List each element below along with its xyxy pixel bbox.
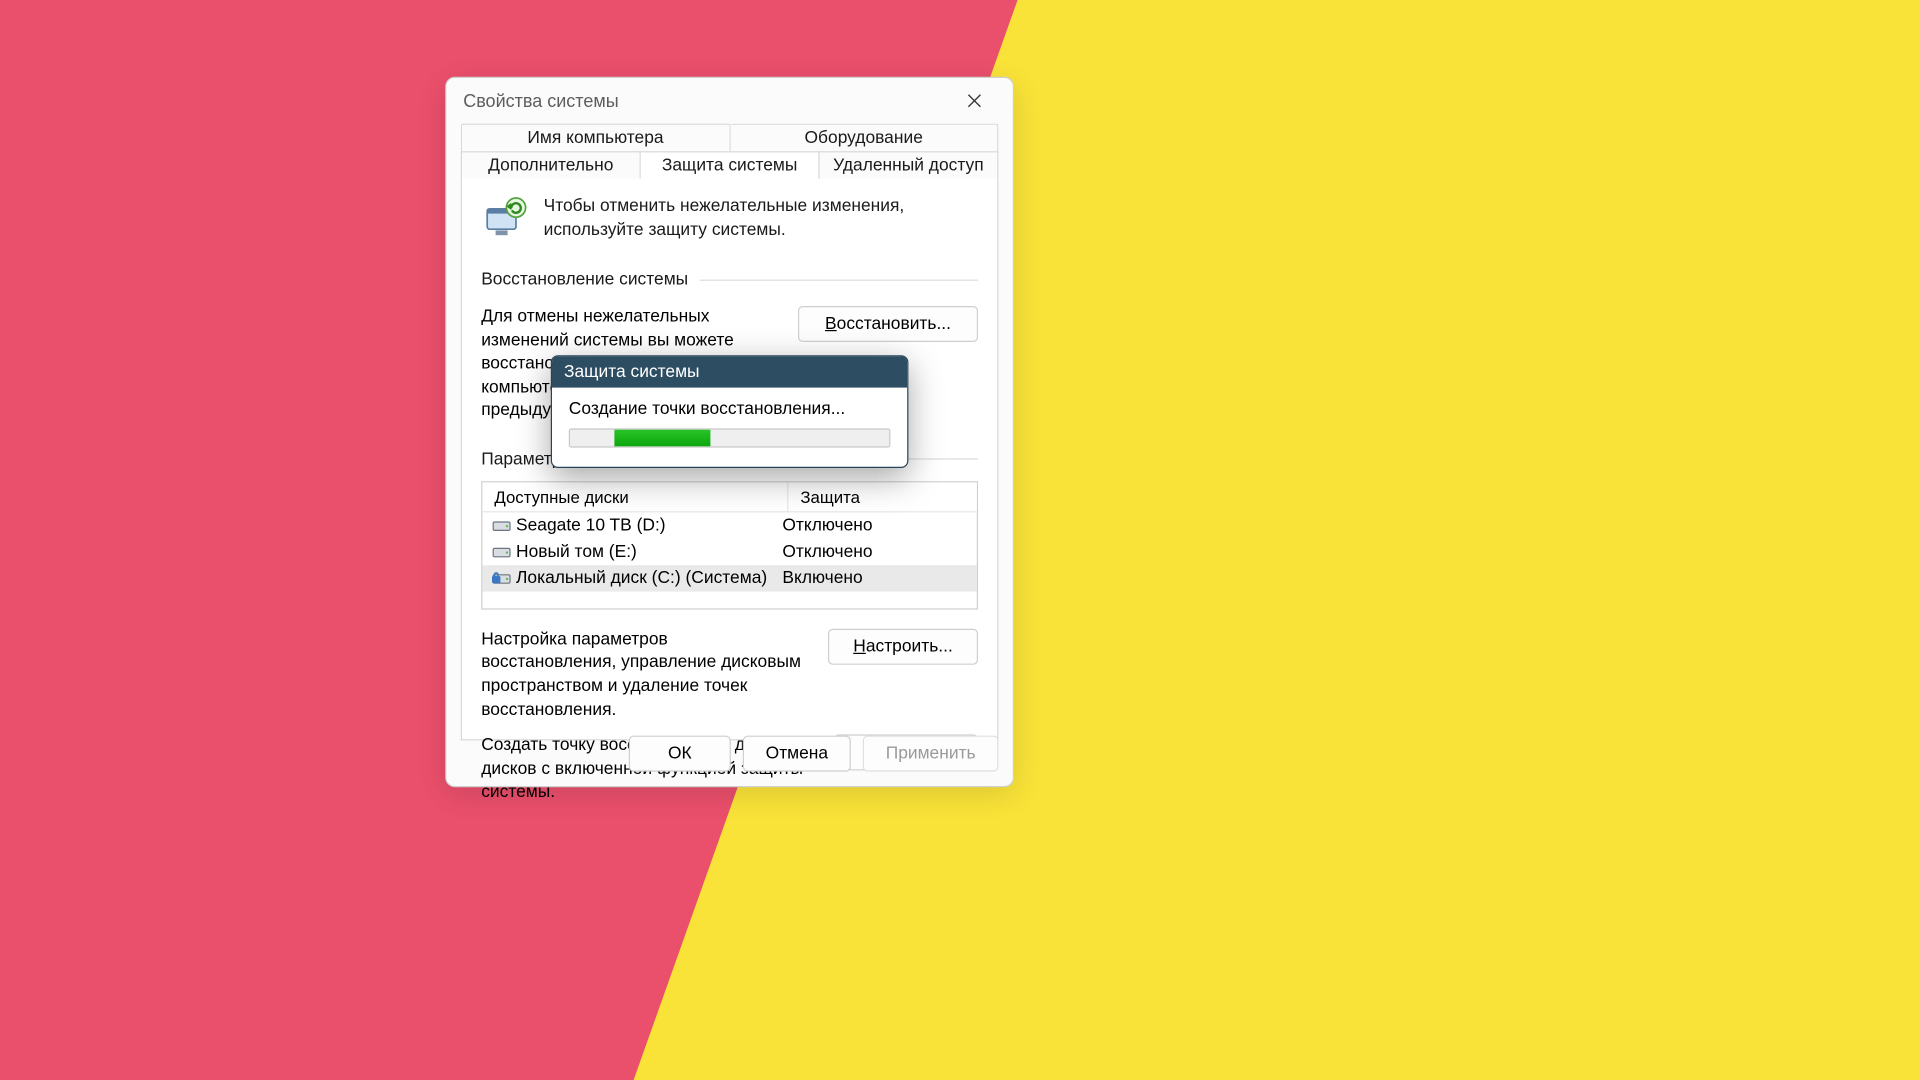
progress-dialog-title: Защита системы xyxy=(552,356,907,387)
progress-message: Создание точки восстановления... xyxy=(569,400,891,419)
apply-button: Применить xyxy=(863,736,999,772)
drive-status: Отключено xyxy=(782,542,872,561)
tab-advanced[interactable]: Дополнительно xyxy=(461,151,641,179)
divider xyxy=(700,279,978,280)
dialog-title: Свойства системы xyxy=(463,91,618,111)
titlebar: Свойства системы xyxy=(446,78,1012,124)
drive-name: Seagate 10 TB (D:) xyxy=(516,516,666,535)
configure-description: Настройка параметров восстановления, упр… xyxy=(481,629,804,723)
drive-row[interactable]: Локальный диск (C:) (Система) Включено xyxy=(482,565,976,591)
tab-computer-name[interactable]: Имя компьютера xyxy=(461,124,730,152)
configure-button[interactable]: Настроить... xyxy=(828,629,978,665)
restore-button[interactable]: Восстановить... xyxy=(798,306,978,342)
cancel-button[interactable]: Отмена xyxy=(743,736,851,772)
tab-strip: Имя компьютера Оборудование Дополнительн… xyxy=(461,124,999,179)
drives-header: Доступные диски Защита xyxy=(482,482,976,512)
drive-row[interactable]: Seagate 10 TB (D:) Отключено xyxy=(482,512,976,538)
dialog-button-row: ОК Отмена Применить xyxy=(629,736,999,772)
close-button[interactable] xyxy=(948,83,1001,119)
restore-heading: Восстановление системы xyxy=(481,270,688,289)
close-icon xyxy=(967,94,981,108)
progress-bar xyxy=(569,428,891,447)
tab-hardware[interactable]: Оборудование xyxy=(730,124,998,152)
intro-row: Чтобы отменить нежелательные изменения, … xyxy=(481,196,978,244)
ok-button[interactable]: ОК xyxy=(629,736,731,772)
progress-fill xyxy=(615,430,711,447)
tab-system-protection[interactable]: Защита системы xyxy=(641,151,820,179)
system-drive-icon xyxy=(492,570,511,587)
drives-table: Доступные диски Защита Seagate 10 TB (D:… xyxy=(481,481,978,609)
intro-text: Чтобы отменить нежелательные изменения, … xyxy=(544,196,978,244)
drive-status: Включено xyxy=(782,569,862,588)
col-drive: Доступные диски xyxy=(482,482,788,511)
system-protection-icon xyxy=(481,196,529,244)
drive-name: Новый том (E:) xyxy=(516,542,637,561)
tab-remote[interactable]: Удаленный доступ xyxy=(820,151,999,179)
drive-name: Локальный диск (C:) (Система) xyxy=(516,569,767,588)
drive-icon xyxy=(492,543,511,560)
col-status: Защита xyxy=(788,482,976,511)
drive-row[interactable]: Новый том (E:) Отключено xyxy=(482,539,976,565)
drive-status: Отключено xyxy=(782,516,872,535)
drive-icon xyxy=(492,517,511,534)
progress-dialog: Защита системы Создание точки восстановл… xyxy=(551,355,909,468)
